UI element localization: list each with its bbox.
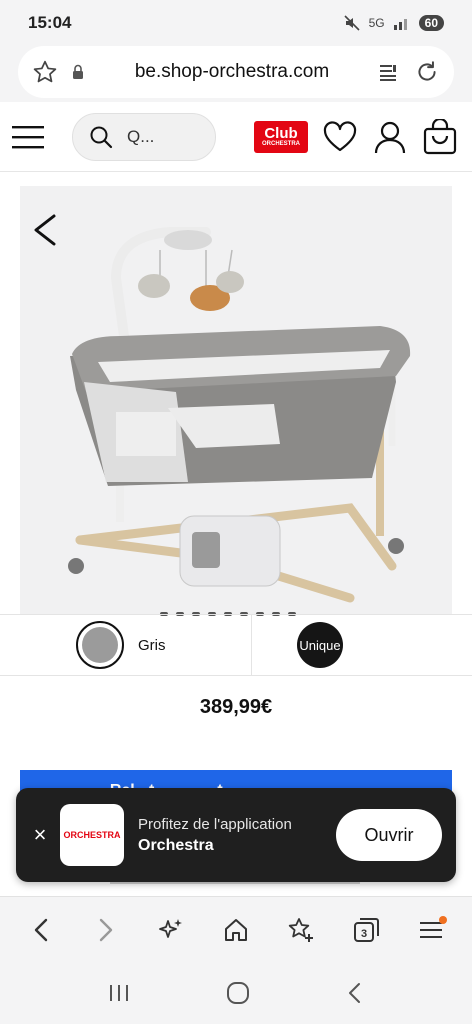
tabs-count: 3 (361, 928, 367, 940)
url-bar[interactable]: be.shop-orchestra.com (18, 46, 454, 98)
search-icon (90, 126, 113, 148)
open-app-button[interactable]: Ouvrir (336, 809, 442, 861)
club-orchestra-logo[interactable]: Club ORCHESTRA (254, 120, 308, 153)
browser-toolbar: 3 (0, 896, 472, 962)
banner-text: Profitez de l'application Orchestra (138, 816, 336, 855)
app-install-banner: × ORCHESTRA Profitez de l'application Or… (16, 788, 456, 882)
product-price: 389,99€ (199, 696, 273, 718)
divider (110, 882, 360, 884)
forward-button[interactable] (84, 908, 128, 952)
account-button[interactable] (372, 119, 408, 155)
size-chip[interactable]: Unique (297, 622, 343, 668)
notification-dot (439, 915, 448, 924)
previous-image-icon[interactable] (34, 214, 56, 246)
status-time: 15:04 (28, 13, 72, 32)
status-bar: 15:04 5G 60 (0, 0, 472, 46)
home-button[interactable] (214, 908, 258, 952)
size-variant[interactable]: Unique (252, 615, 472, 675)
site-header: Q... Club ORCHESTRA (0, 102, 472, 172)
mute-icon (344, 15, 360, 31)
club-logo-subtext: ORCHESTRA (261, 141, 300, 147)
color-label: Gris (138, 636, 166, 654)
reload-icon[interactable] (414, 59, 440, 85)
user-icon (374, 121, 406, 153)
home-icon (224, 918, 247, 941)
star-icon[interactable] (32, 59, 58, 85)
system-back-icon[interactable] (345, 981, 365, 1005)
shopping-bag-icon (423, 118, 457, 154)
club-logo-text: Club (264, 125, 298, 142)
search-input[interactable]: Q... (72, 112, 216, 161)
orchestra-app-logo: ORCHESTRA (60, 804, 124, 866)
sparkle-icon (158, 918, 182, 938)
back-button[interactable] (19, 908, 63, 952)
reader-mode-icon[interactable] (376, 60, 400, 84)
chevron-right-icon (99, 918, 112, 941)
close-banner-button[interactable]: × (28, 822, 52, 848)
banner-subtitle: Profitez de l'application (138, 815, 292, 833)
chevron-left-icon (34, 918, 47, 941)
network-label: 5G (368, 16, 385, 30)
heart-icon (323, 120, 357, 151)
tabs-icon: 3 (354, 917, 380, 942)
hamburger-menu-icon[interactable] (12, 122, 44, 152)
system-navigation (0, 962, 472, 1024)
bassinet-illustration (34, 214, 411, 603)
browser-menu-button[interactable] (409, 908, 453, 952)
star-plus-icon (288, 917, 314, 942)
variant-selector: Gris Unique (0, 614, 472, 676)
lock-icon (73, 64, 83, 79)
signal-icon (393, 19, 407, 30)
banner-title: Orchestra (138, 836, 214, 854)
bookmarks-button[interactable] (279, 908, 323, 952)
url-text[interactable]: be.shop-orchestra.com (88, 61, 376, 83)
tabs-button[interactable]: 3 (344, 908, 388, 952)
ai-assist-button[interactable] (149, 908, 193, 952)
color-swatch[interactable] (76, 621, 124, 669)
home-circle-icon[interactable] (225, 980, 251, 1006)
recent-apps-icon[interactable] (107, 982, 131, 1004)
search-placeholder: Q... (127, 126, 155, 146)
battery-level: 60 (418, 15, 444, 31)
product-image[interactable] (20, 186, 452, 614)
cart-button[interactable] (422, 118, 458, 155)
status-icons: 5G 60 (343, 14, 444, 32)
wishlist-button[interactable] (322, 119, 358, 155)
color-variant[interactable]: Gris (0, 615, 252, 675)
